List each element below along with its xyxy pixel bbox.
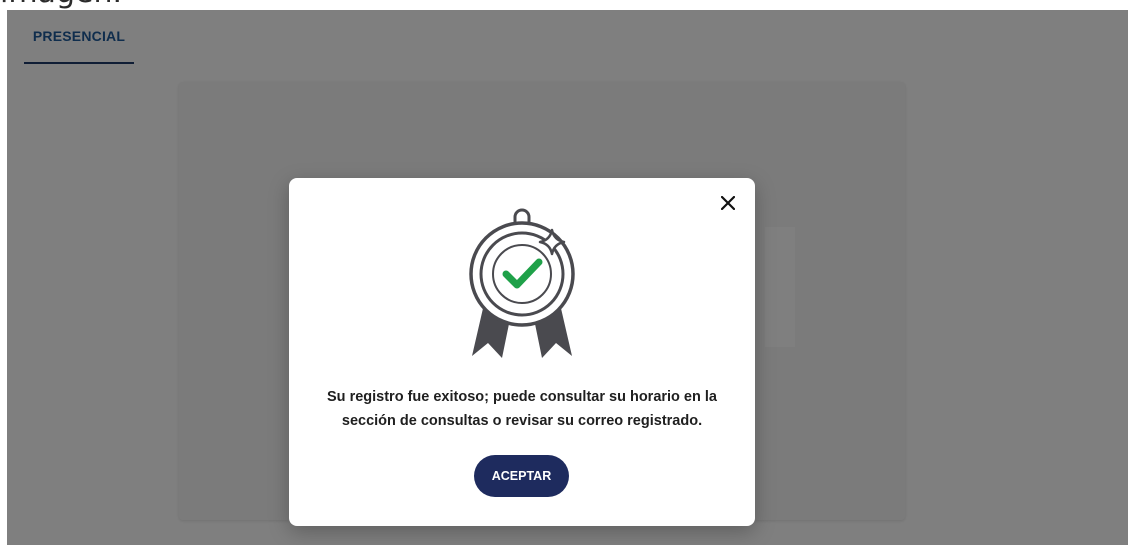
close-button[interactable]	[717, 192, 739, 214]
right-edge	[1128, 10, 1134, 545]
accept-button-label: ACEPTAR	[491, 469, 552, 483]
cut-off-text: imagen.	[0, 0, 122, 8]
success-message: Su registro fue exitoso; puede consultar…	[309, 385, 735, 433]
top-strip: imagen.	[0, 0, 1134, 10]
message-line-1: Su registro fue exitoso; puede consultar…	[327, 389, 717, 405]
message-line-2: sección de consultas o revisar su correo…	[341, 413, 703, 429]
close-icon	[721, 196, 735, 210]
left-edge	[0, 10, 7, 545]
award-badge-check-icon	[469, 208, 575, 358]
accept-button[interactable]: ACEPTAR	[474, 455, 569, 497]
success-modal: Su registro fue exitoso; puede consultar…	[289, 178, 755, 526]
